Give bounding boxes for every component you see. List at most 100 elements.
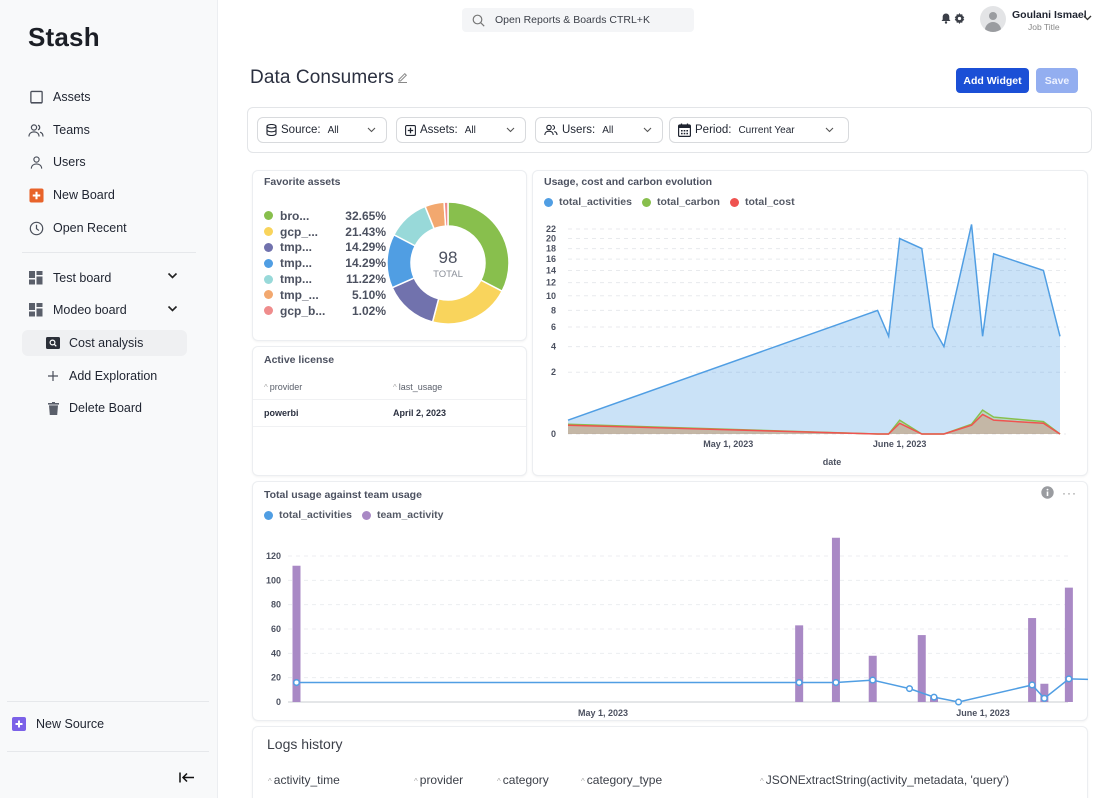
bar-team_activity[interactable] [795, 625, 804, 702]
column-header[interactable]: ^ category [497, 773, 549, 787]
filter-users[interactable]: Users: All [535, 117, 663, 143]
user-name[interactable]: Goulani Ismael [1012, 9, 1087, 21]
column-header-provider[interactable]: ^ provider [264, 382, 302, 392]
filter-label: Assets: [420, 124, 458, 136]
search-icon [472, 14, 485, 27]
sidebar-item-teams[interactable]: Teams [28, 119, 90, 141]
book-icon [28, 89, 44, 105]
collapse-left-icon[interactable] [179, 770, 195, 787]
y-tick-label: 10 [546, 291, 556, 301]
sidebar-divider [7, 751, 209, 752]
sort-caret-icon: ^ [760, 777, 764, 786]
sidebar-board-test[interactable]: Test board [28, 267, 188, 289]
column-header-label: JSONExtractString(activity_metadata, 'qu… [765, 773, 1010, 787]
legend-dot [264, 227, 273, 237]
card-title: Total usage against team usage [264, 489, 422, 501]
bell-icon[interactable] [941, 13, 951, 27]
point-total_activities[interactable] [930, 693, 938, 701]
donut-total-label: TOTAL [433, 269, 463, 280]
point-total_activities[interactable] [954, 698, 963, 706]
filter-source[interactable]: Source: All [257, 117, 387, 143]
sidebar-item-add-exploration[interactable]: Add Exploration [22, 363, 187, 389]
point-total_activities[interactable] [905, 685, 914, 693]
card-title: Favorite assets [264, 176, 341, 188]
chevron-down-icon [825, 125, 834, 135]
column-header[interactable]: ^ JSONExtractString(activity_metadata, 'q… [760, 773, 1009, 787]
more-options-icon[interactable]: ··· [1062, 486, 1077, 500]
point-total_activities[interactable] [292, 678, 301, 687]
sidebar-item-new-board[interactable]: New Board [28, 184, 115, 206]
legend-item[interactable]: bro... 32.65% [264, 208, 386, 224]
point-total_activities[interactable] [1028, 681, 1036, 689]
info-icon[interactable] [1041, 486, 1054, 504]
add-widget-button[interactable]: Add Widget [956, 68, 1029, 93]
column-header[interactable]: ^ activity_time [268, 773, 340, 787]
sidebar-item-delete-board[interactable]: Delete Board [22, 395, 187, 421]
legend-item[interactable]: total_activities [544, 196, 632, 208]
legend-dot [264, 306, 273, 316]
users-group-icon [28, 122, 44, 138]
legend-name: gcp_b... [280, 303, 326, 318]
board-label: Test board [53, 271, 112, 285]
filter-assets[interactable]: Assets: All [396, 117, 526, 143]
legend-item[interactable]: gcp_b... 1.02% [264, 303, 386, 319]
bar-team_activity[interactable] [831, 537, 840, 702]
chevron-down-icon[interactable] [167, 271, 178, 281]
favorite-assets-legend: bro... 32.65% gcp_... 21.43% tmp... 14.29% tmp… [264, 208, 386, 319]
legend-label: total_carbon [656, 196, 720, 208]
chart-legend: total_activities total_carbon total_cost [544, 196, 805, 208]
point-total_activities[interactable] [795, 678, 803, 687]
donut-slice[interactable] [431, 279, 504, 325]
legend-dot [361, 510, 371, 520]
bar-team_activity[interactable] [1064, 587, 1073, 702]
y-tick-label: 22 [546, 224, 556, 234]
sidebar-divider [22, 252, 196, 253]
favorite-assets-donut: 98 TOTAL [386, 201, 510, 325]
sidebar-item-users[interactable]: Users [28, 151, 86, 173]
legend-item[interactable]: total_cost [729, 196, 795, 208]
legend-item[interactable]: total_activities [264, 509, 352, 521]
legend-item[interactable]: tmp... 14.29% [264, 255, 386, 271]
chevron-down-icon[interactable] [1083, 13, 1092, 24]
sidebar-item-assets[interactable]: Assets [28, 86, 91, 108]
legend-item[interactable]: team_activity [361, 509, 444, 521]
sub-item-label: Cost analysis [69, 336, 144, 350]
point-total_activities[interactable] [1065, 675, 1073, 683]
avatar[interactable] [980, 6, 1006, 32]
filter-period[interactable]: Period: Current Year [669, 117, 849, 143]
point-total_activities[interactable] [869, 676, 877, 684]
gear-icon[interactable] [954, 13, 965, 27]
column-header[interactable]: ^ provider [414, 773, 463, 787]
legend-item[interactable]: tmp... 14.29% [264, 240, 386, 256]
legend-percent: 32.65% [345, 208, 386, 223]
legend-item[interactable]: tmp_... 5.10% [264, 287, 386, 303]
donut-slice[interactable] [443, 201, 449, 227]
sidebar-board-modeo[interactable]: Modeo board [28, 299, 188, 321]
sidebar-divider [7, 701, 209, 702]
card-title: Usage, cost and carbon evolution [544, 176, 713, 188]
sidebar-item-open-recent[interactable]: Open Recent [28, 217, 127, 239]
pencil-icon[interactable] [397, 71, 408, 86]
search-input[interactable]: Open Reports & Boards CTRL+K [462, 8, 694, 32]
chevron-down-icon[interactable] [167, 304, 178, 314]
save-button[interactable]: Save [1036, 68, 1078, 93]
column-header-last-usage[interactable]: ^ last_usage [393, 382, 442, 392]
legend-item[interactable]: total_carbon [641, 196, 720, 208]
column-header[interactable]: ^ category_type [581, 773, 662, 787]
search-report-icon [46, 336, 60, 350]
legend-dot [264, 290, 273, 300]
point-total_activities[interactable] [1040, 694, 1048, 702]
asset-box-icon [405, 124, 416, 136]
dashboard-icon [28, 302, 44, 318]
sidebar-item-cost-analysis[interactable]: Cost analysis [22, 330, 187, 356]
bar-team_activity[interactable] [1028, 618, 1037, 702]
sidebar-item-label: Users [53, 155, 86, 169]
point-total_activities[interactable] [832, 678, 840, 687]
legend-item[interactable]: gcp_... 21.43% [264, 224, 386, 240]
new-source-button[interactable]: New Source [12, 717, 104, 731]
app-logo: Stash [28, 22, 100, 52]
y-tick-label: 20 [546, 234, 556, 244]
trash-icon [46, 401, 60, 415]
legend-item[interactable]: tmp... 11.22% [264, 271, 386, 287]
column-header-label: activity_time [273, 773, 340, 787]
